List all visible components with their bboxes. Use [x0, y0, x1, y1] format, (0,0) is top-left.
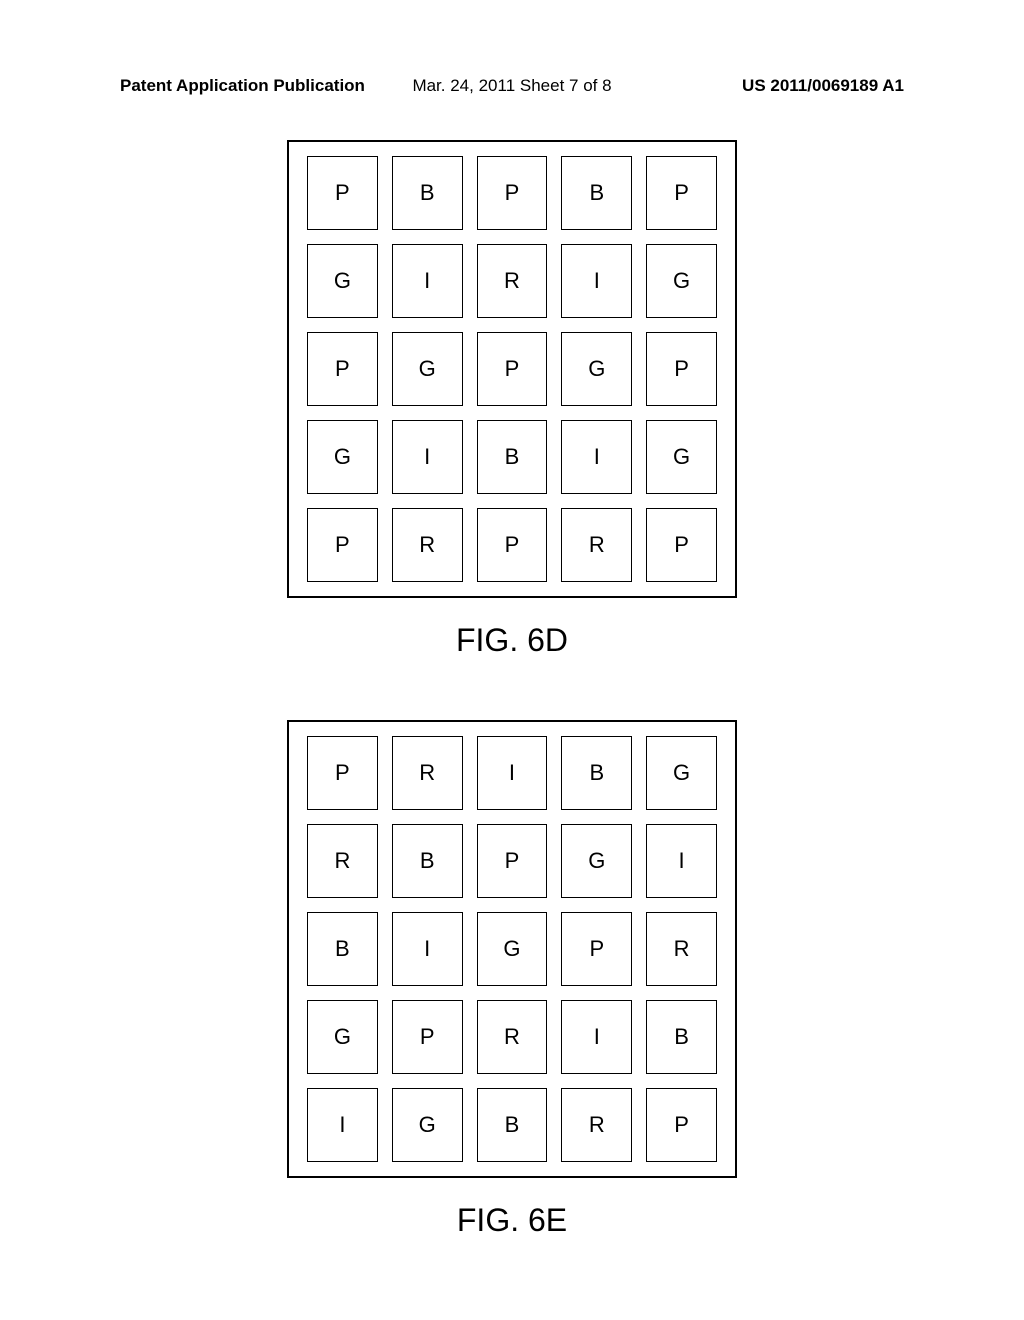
pixel-cell: B [392, 156, 463, 230]
pixel-cell: G [646, 736, 717, 810]
grid-row: P R P R P [307, 508, 717, 582]
pixel-cell: G [307, 244, 378, 318]
figure-6d-label: FIG. 6D [287, 622, 737, 659]
pixel-cell: P [477, 156, 548, 230]
pixel-cell: B [392, 824, 463, 898]
pixel-cell: P [392, 1000, 463, 1074]
pixel-cell: I [561, 244, 632, 318]
figure-6d-container: P B P B P G I R I G P G P G P G I B I G [287, 140, 737, 659]
figure-6e-label: FIG. 6E [287, 1202, 737, 1239]
pixel-cell: I [477, 736, 548, 810]
pixel-cell: G [392, 1088, 463, 1162]
pixel-cell: B [561, 736, 632, 810]
pixel-cell: P [646, 508, 717, 582]
header-publication-type: Patent Application Publication [120, 76, 365, 96]
figure-6d-grid: P B P B P G I R I G P G P G P G I B I G [287, 140, 737, 598]
pixel-cell: G [477, 912, 548, 986]
pixel-cell: G [307, 1000, 378, 1074]
pixel-cell: R [477, 1000, 548, 1074]
grid-row: P B P B P [307, 156, 717, 230]
pixel-cell: I [561, 420, 632, 494]
pixel-cell: P [646, 332, 717, 406]
pixel-cell: B [477, 1088, 548, 1162]
pixel-cell: G [561, 824, 632, 898]
pixel-cell: P [646, 156, 717, 230]
pixel-cell: R [646, 912, 717, 986]
pixel-cell: P [561, 912, 632, 986]
pixel-cell: B [307, 912, 378, 986]
pixel-cell: B [477, 420, 548, 494]
header-date-sheet: Mar. 24, 2011 Sheet 7 of 8 [412, 76, 611, 96]
figure-6e-container: P R I B G R B P G I B I G P R G P R I B [287, 720, 737, 1239]
pixel-cell: P [477, 824, 548, 898]
pixel-cell: P [477, 508, 548, 582]
pixel-cell: R [307, 824, 378, 898]
pixel-cell: P [307, 156, 378, 230]
grid-row: P R I B G [307, 736, 717, 810]
pixel-cell: P [307, 736, 378, 810]
pixel-cell: R [561, 508, 632, 582]
pixel-cell: B [561, 156, 632, 230]
grid-row: I G B R P [307, 1088, 717, 1162]
figure-6e-grid: P R I B G R B P G I B I G P R G P R I B [287, 720, 737, 1178]
pixel-cell: P [477, 332, 548, 406]
pixel-cell: B [646, 1000, 717, 1074]
grid-row: G I R I G [307, 244, 717, 318]
pixel-cell: R [392, 508, 463, 582]
pixel-cell: G [561, 332, 632, 406]
grid-row: G I B I G [307, 420, 717, 494]
pixel-cell: G [392, 332, 463, 406]
pixel-cell: P [307, 332, 378, 406]
pixel-cell: R [392, 736, 463, 810]
pixel-cell: R [477, 244, 548, 318]
pixel-cell: P [307, 508, 378, 582]
header-publication-number: US 2011/0069189 A1 [742, 76, 904, 96]
pixel-cell: I [392, 420, 463, 494]
pixel-cell: I [392, 244, 463, 318]
pixel-cell: I [307, 1088, 378, 1162]
page-header: Patent Application Publication Mar. 24, … [0, 76, 1024, 96]
grid-row: P G P G P [307, 332, 717, 406]
grid-row: R B P G I [307, 824, 717, 898]
grid-row: B I G P R [307, 912, 717, 986]
pixel-cell: R [561, 1088, 632, 1162]
pixel-cell: G [307, 420, 378, 494]
pixel-cell: G [646, 244, 717, 318]
pixel-cell: P [646, 1088, 717, 1162]
pixel-cell: I [646, 824, 717, 898]
grid-row: G P R I B [307, 1000, 717, 1074]
pixel-cell: I [561, 1000, 632, 1074]
pixel-cell: G [646, 420, 717, 494]
pixel-cell: I [392, 912, 463, 986]
